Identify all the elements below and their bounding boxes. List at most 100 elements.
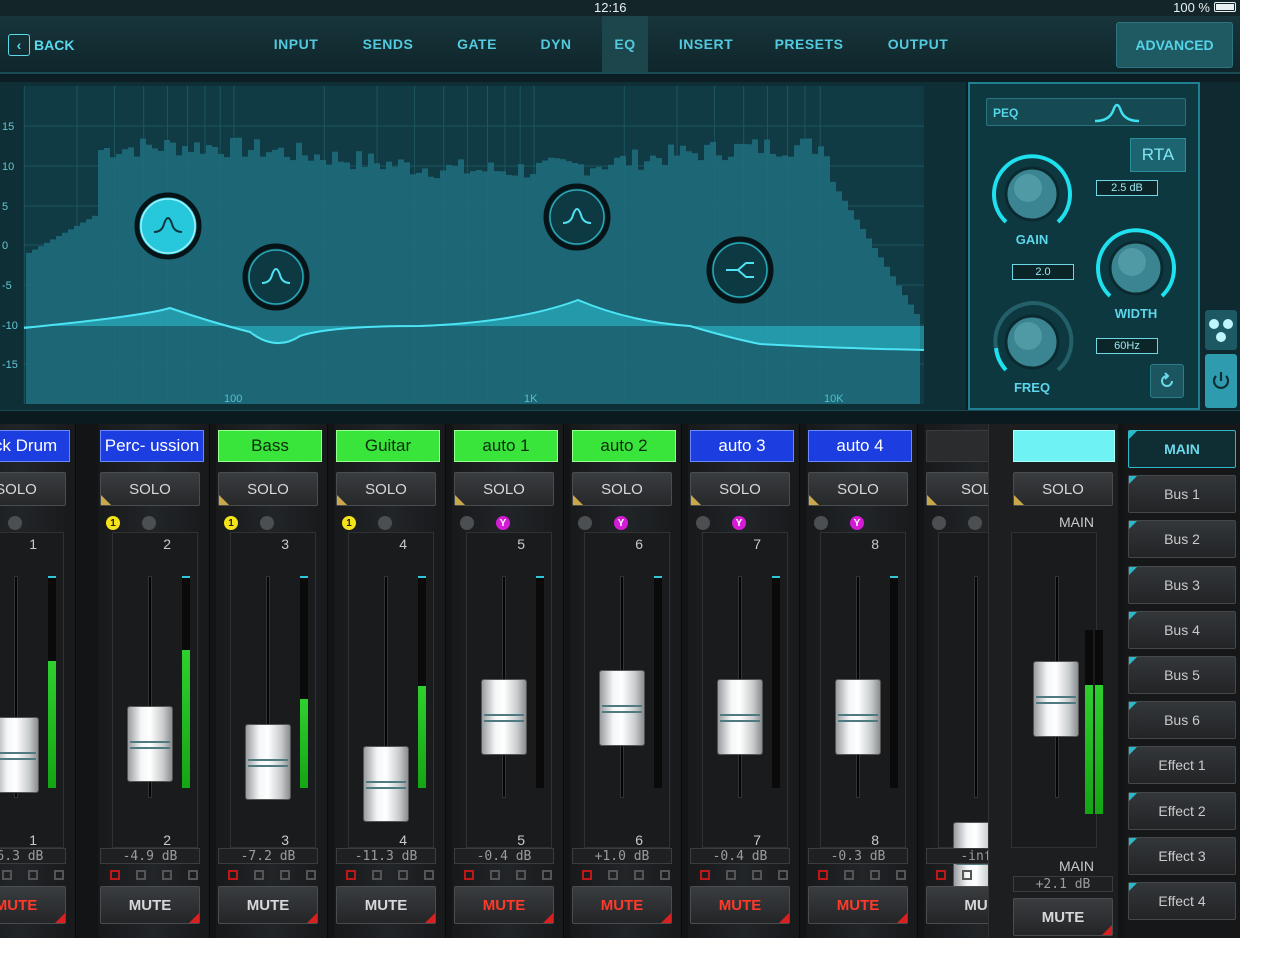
rta-button[interactable]: RTA bbox=[1130, 138, 1186, 172]
level-meter-peak bbox=[536, 576, 544, 578]
send-led bbox=[490, 870, 500, 880]
channel-number: 6 bbox=[635, 536, 643, 552]
bus-button-effect-2[interactable]: Effect 2 bbox=[1128, 791, 1236, 830]
eq-power-button[interactable] bbox=[1205, 354, 1237, 408]
mute-button[interactable]: MUTE bbox=[336, 886, 436, 924]
bus-button-bus-3[interactable]: Bus 3 bbox=[1128, 565, 1236, 604]
bus-button-effect-4[interactable]: Effect 4 bbox=[1128, 882, 1236, 920]
channel-number: 2 bbox=[163, 536, 171, 552]
channel-name-button[interactable]: Perc- ussion bbox=[100, 430, 204, 462]
eq-band-2-node[interactable] bbox=[242, 243, 310, 311]
solo-button[interactable]: SOLO bbox=[0, 472, 66, 506]
channel-name-button[interactable]: auto 3 bbox=[690, 430, 794, 462]
solo-button[interactable]: SOLO bbox=[690, 472, 790, 506]
channel-name-button[interactable]: Kick Drum bbox=[0, 430, 70, 462]
rta-bar bbox=[320, 159, 326, 404]
bus-button-bus-5[interactable]: Bus 5 bbox=[1128, 656, 1236, 694]
tab-presets[interactable]: PRESETS bbox=[772, 16, 846, 72]
bus-button-bus-1[interactable]: Bus 1 bbox=[1128, 475, 1236, 514]
channel-name-button[interactable]: auto 4 bbox=[808, 430, 912, 462]
channel-name-button[interactable]: auto 2 bbox=[572, 430, 676, 462]
bus-button-effect-3[interactable]: Effect 3 bbox=[1128, 836, 1236, 875]
back-label: BACK bbox=[34, 37, 75, 53]
width-value[interactable]: 2.0 bbox=[1012, 264, 1074, 280]
rta-bar bbox=[314, 154, 320, 404]
channel-fader[interactable] bbox=[363, 745, 409, 822]
gain-value[interactable]: 2.5 dB bbox=[1096, 180, 1158, 196]
mute-button[interactable]: MUTE bbox=[454, 886, 554, 924]
eq-curve-display[interactable]: 15 10 5 0 -5 -10 -15 100 1K 10K bbox=[0, 82, 966, 410]
bus-button-bus-6[interactable]: Bus 6 bbox=[1128, 701, 1236, 740]
mute-button[interactable]: MUTE bbox=[100, 886, 200, 924]
rta-bar bbox=[116, 154, 122, 404]
rta-bar bbox=[506, 175, 512, 404]
rta-bar bbox=[656, 158, 662, 404]
rta-bar bbox=[80, 222, 86, 404]
channel-fader[interactable] bbox=[0, 716, 39, 793]
rta-bar bbox=[50, 239, 56, 404]
rta-bar bbox=[512, 175, 518, 404]
advanced-button[interactable]: ADVANCED bbox=[1116, 22, 1233, 68]
channel-fader[interactable] bbox=[835, 678, 881, 755]
main-mute-button[interactable]: MUTE bbox=[1013, 898, 1113, 936]
tab-dyn[interactable]: DYN bbox=[534, 16, 578, 72]
level-meter bbox=[182, 576, 190, 788]
tab-gate[interactable]: GATE bbox=[452, 16, 502, 72]
main-solo-button[interactable]: SOLO bbox=[1013, 472, 1113, 506]
back-button[interactable]: ‹ BACK bbox=[8, 32, 74, 58]
mute-button[interactable]: MUTE bbox=[808, 886, 908, 924]
tab-insert[interactable]: INSERT bbox=[674, 16, 738, 72]
main-name-button[interactable] bbox=[1013, 430, 1115, 462]
mute-button[interactable]: MUTE bbox=[572, 886, 672, 924]
channel-fader[interactable] bbox=[127, 705, 173, 782]
eq-type-selector[interactable]: PEQ bbox=[986, 98, 1186, 126]
gain-knob[interactable] bbox=[984, 146, 1080, 242]
level-meter-fill bbox=[418, 686, 426, 788]
rta-bar bbox=[386, 161, 392, 404]
tab-output[interactable]: OUTPUT bbox=[882, 16, 954, 72]
channel-name-button[interactable]: Guitar bbox=[336, 430, 440, 462]
reset-button[interactable] bbox=[1150, 364, 1184, 398]
rta-bar bbox=[644, 161, 650, 404]
channel-fader[interactable] bbox=[717, 678, 763, 755]
routing-button[interactable] bbox=[1205, 310, 1237, 350]
tab-eq[interactable]: EQ bbox=[602, 16, 648, 72]
level-meter bbox=[772, 576, 780, 788]
bus-button-effect-1[interactable]: Effect 1 bbox=[1128, 746, 1236, 785]
rta-bar bbox=[326, 164, 332, 404]
solo-button[interactable]: SOLO bbox=[572, 472, 672, 506]
channel-fader[interactable] bbox=[599, 669, 645, 746]
mute-button[interactable]: MUTE bbox=[690, 886, 790, 924]
width-knob[interactable] bbox=[1088, 220, 1184, 316]
freq-value[interactable]: 60Hz bbox=[1096, 338, 1158, 354]
eq-band-1-node[interactable] bbox=[134, 192, 202, 260]
mute-button[interactable]: MUTE bbox=[0, 886, 66, 924]
channel-fader[interactable] bbox=[481, 678, 527, 755]
reset-icon bbox=[1161, 372, 1173, 387]
mute-button[interactable]: MUTE bbox=[218, 886, 318, 924]
tab-input[interactable]: INPUT bbox=[266, 16, 326, 72]
rta-bar bbox=[794, 145, 800, 404]
tab-sends[interactable]: SENDS bbox=[358, 16, 418, 72]
rta-bar bbox=[626, 165, 632, 404]
channel-name-button[interactable]: auto 1 bbox=[454, 430, 558, 462]
solo-button[interactable]: SOLO bbox=[218, 472, 318, 506]
main-fader[interactable] bbox=[1033, 661, 1079, 738]
solo-button[interactable]: SOLO bbox=[454, 472, 554, 506]
status-time: 12:16 bbox=[594, 0, 627, 15]
solo-button[interactable]: SOLO bbox=[336, 472, 436, 506]
level-meter-peak bbox=[654, 576, 662, 578]
solo-button[interactable]: SOLO bbox=[100, 472, 200, 506]
channel-fader[interactable] bbox=[245, 723, 291, 800]
channel-indicator-dot bbox=[378, 516, 392, 530]
bus-button-bus-4[interactable]: Bus 4 bbox=[1128, 610, 1236, 649]
eq-graph[interactable]: 15 10 5 0 -5 -10 -15 100 1K 10K bbox=[0, 82, 966, 410]
freq-knob[interactable] bbox=[984, 294, 1080, 390]
channel-name-button[interactable]: Bass bbox=[218, 430, 322, 462]
rta-bar bbox=[650, 155, 656, 404]
solo-button[interactable]: SOLO bbox=[808, 472, 908, 506]
eq-band-3-node[interactable] bbox=[543, 183, 611, 251]
eq-band-4-node[interactable] bbox=[706, 236, 774, 304]
bus-button-main[interactable]: MAIN bbox=[1128, 430, 1236, 468]
bus-button-bus-2[interactable]: Bus 2 bbox=[1128, 520, 1236, 559]
